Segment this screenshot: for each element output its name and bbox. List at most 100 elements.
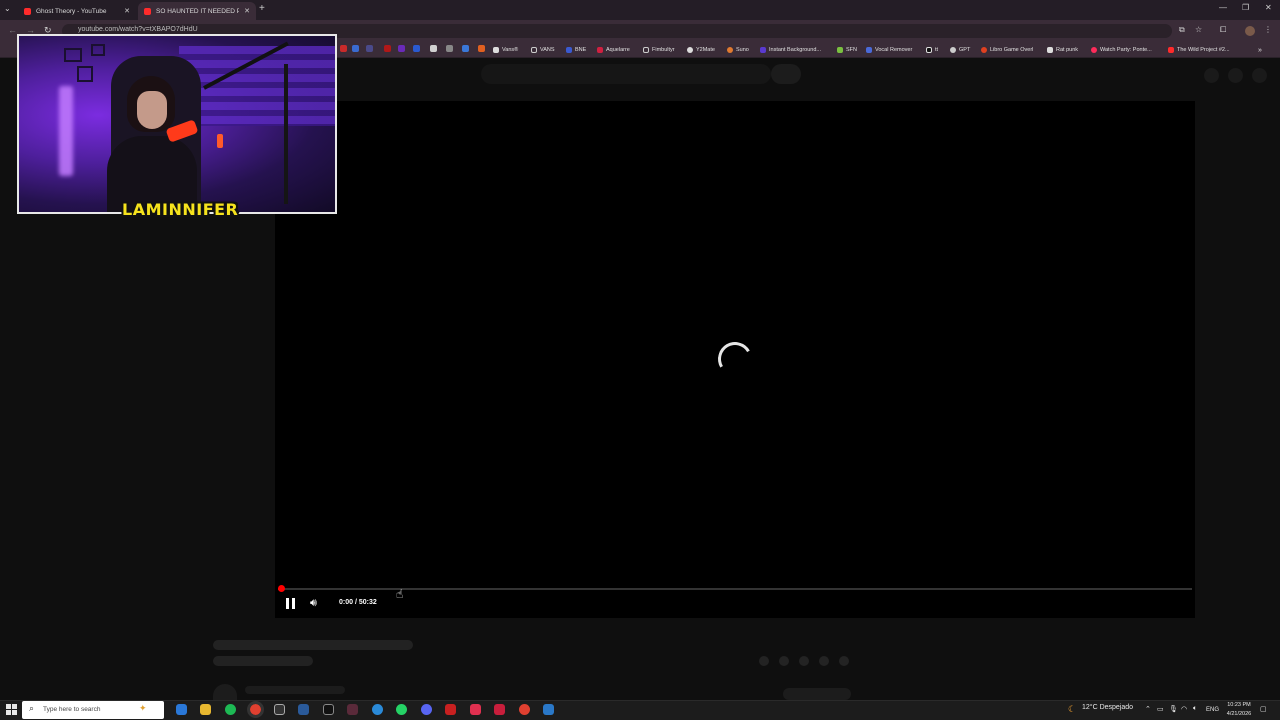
bookmark-vocal-remover[interactable]: Vocal Remover xyxy=(866,45,912,55)
wall-frame xyxy=(64,48,82,62)
url-text[interactable]: youtube.com/watch?v=tXBAPO7dHdU xyxy=(78,26,198,33)
profile-avatar[interactable] xyxy=(1245,26,1255,36)
suno-icon xyxy=(727,47,733,53)
header-icon-skeleton xyxy=(1228,68,1243,83)
bookmark-sfn[interactable]: SFN xyxy=(837,45,857,55)
browser-menu-icon[interactable]: ⋮ xyxy=(1264,25,1272,34)
bookmark-watch-party[interactable]: Watch Party: Ponte... xyxy=(1091,45,1152,55)
close-window-icon[interactable]: ✕ xyxy=(1265,3,1272,12)
led-light xyxy=(59,86,73,176)
youtube-favicon-icon xyxy=(144,7,151,15)
language-indicator[interactable]: ENG xyxy=(1206,707,1219,713)
aquelarre-icon xyxy=(597,47,603,53)
tab-so-haunted[interactable]: SO HAUNTED IT NEEDED PROT ✕ xyxy=(138,2,256,20)
edge-icon[interactable] xyxy=(176,704,187,715)
header-icon-skeleton xyxy=(1252,68,1267,83)
wifi-icon[interactable]: ◠ xyxy=(1181,705,1187,713)
extensions-icon[interactable]: ⧠ xyxy=(1220,25,1226,35)
bne-icon xyxy=(566,47,572,53)
new-tab-button[interactable]: + xyxy=(259,3,265,14)
bookmark-icon[interactable] xyxy=(478,45,485,52)
bookmark-icon[interactable] xyxy=(398,45,405,52)
tray-chevron-icon[interactable]: ⌃ xyxy=(1145,705,1151,713)
bookmark-icon[interactable] xyxy=(340,45,347,52)
search-highlight-icon[interactable]: ✦ xyxy=(139,703,147,714)
install-app-icon[interactable]: ⧉ xyxy=(1179,25,1185,35)
tab-search-icon[interactable]: ⌄ xyxy=(4,4,11,13)
clock-time[interactable]: 10:23 PM xyxy=(1226,702,1252,708)
bookmark-icon[interactable] xyxy=(384,45,391,52)
tab-title: SO HAUNTED IT NEEDED PROT xyxy=(156,7,240,15)
bookmark-icon[interactable] xyxy=(413,45,420,52)
spotify-icon[interactable] xyxy=(225,704,236,715)
windows-start-icon[interactable] xyxy=(6,704,18,716)
chrome-icon[interactable] xyxy=(519,704,530,715)
microphone-icon[interactable]: 🎙︎ xyxy=(1169,705,1178,713)
bookmark-aquelarre[interactable]: Aquelarre xyxy=(597,45,630,55)
steam-alt-icon[interactable] xyxy=(543,704,554,715)
adobe-icon[interactable] xyxy=(494,704,505,715)
channel-skeleton xyxy=(245,686,345,694)
chrome-icon[interactable] xyxy=(247,701,264,718)
time-display: 0:00 / 50:32 xyxy=(339,599,377,606)
notifications-icon[interactable]: ▢ xyxy=(1260,705,1267,713)
bookmark-wild-project[interactable]: The Wild Project #2... xyxy=(1168,45,1230,55)
streamlabs-icon[interactable] xyxy=(445,704,456,715)
restore-icon[interactable]: ❐ xyxy=(1242,3,1249,12)
obs-icon[interactable] xyxy=(323,704,334,715)
search-icon: ⌕ xyxy=(29,703,35,713)
bookmark-y2mate[interactable]: Y2Mate xyxy=(687,45,715,55)
weather-moon-icon[interactable]: ☾ xyxy=(1068,704,1076,715)
close-tab-icon[interactable]: ✕ xyxy=(244,7,250,15)
progress-bar[interactable] xyxy=(278,588,1192,590)
weather-text[interactable]: 12°C Despejado xyxy=(1082,704,1133,711)
bookmark-icon[interactable] xyxy=(366,45,373,52)
file-explorer-icon[interactable] xyxy=(200,704,211,715)
bookmark-vans[interactable]: VANS xyxy=(531,45,555,55)
app-icon[interactable] xyxy=(347,704,358,715)
bookmark-suno[interactable]: Suno xyxy=(727,45,749,55)
minimize-icon[interactable]: — xyxy=(1219,3,1227,12)
discord-icon[interactable] xyxy=(421,704,432,715)
bookmark-rat-punk[interactable]: Rat punk xyxy=(1047,45,1078,55)
bookmark-icon[interactable] xyxy=(352,45,359,52)
bookmark-bne[interactable]: BNE xyxy=(566,45,586,55)
bookmark-star-icon[interactable]: ☆ xyxy=(1195,25,1202,34)
action-skeleton xyxy=(799,656,809,666)
youtube-favicon-icon xyxy=(24,7,31,15)
steam-icon[interactable] xyxy=(298,704,309,715)
search-button-skeleton xyxy=(771,64,801,84)
bookmark-tiktok[interactable]: tt xyxy=(926,45,938,55)
y2mate-icon xyxy=(687,47,693,53)
bookmark-gpt[interactable]: GPT xyxy=(950,45,970,55)
vocal-remover-icon xyxy=(866,47,872,53)
remove-bg-icon xyxy=(760,47,766,53)
scrubber-handle[interactable] xyxy=(278,585,285,592)
clock-date[interactable]: 4/21/2026 xyxy=(1224,711,1254,717)
pause-bar xyxy=(292,598,295,609)
bookmark-vans-r[interactable]: Vans® xyxy=(493,45,518,55)
youtube-favicon-icon xyxy=(1168,47,1174,53)
tab-ghost-theory[interactable]: Ghost Theory - YouTube ✕ xyxy=(18,2,136,20)
close-tab-icon[interactable]: ✕ xyxy=(124,7,130,15)
calculator-icon[interactable] xyxy=(274,704,285,715)
network-icon[interactable]: ▭ xyxy=(1157,705,1164,713)
action-skeleton xyxy=(779,656,789,666)
back-icon[interactable]: ← xyxy=(8,25,17,35)
ccleaner-icon[interactable] xyxy=(372,704,383,715)
app-icon[interactable] xyxy=(470,704,481,715)
webcam-overlay xyxy=(17,34,337,214)
bookmark-icon[interactable] xyxy=(446,45,453,52)
speaker-icon[interactable]: 🔈︎ xyxy=(1193,705,1197,713)
bookmark-icon[interactable] xyxy=(462,45,469,52)
watch-party-icon xyxy=(1091,47,1097,53)
volume-icon[interactable]: 🔊︎ xyxy=(310,597,317,610)
action-skeleton xyxy=(819,656,829,666)
bookmark-fimbultyr[interactable]: Fimbultyr xyxy=(643,45,675,55)
whatsapp-icon[interactable] xyxy=(396,704,407,715)
pause-button[interactable] xyxy=(286,598,296,609)
bookmarks-overflow-icon[interactable]: » xyxy=(1258,45,1262,55)
bookmark-instant-background[interactable]: Instant Background... xyxy=(760,45,821,55)
bookmark-icon[interactable] xyxy=(430,45,437,52)
bookmark-libro-game[interactable]: Libro Game Overl xyxy=(981,45,1033,55)
